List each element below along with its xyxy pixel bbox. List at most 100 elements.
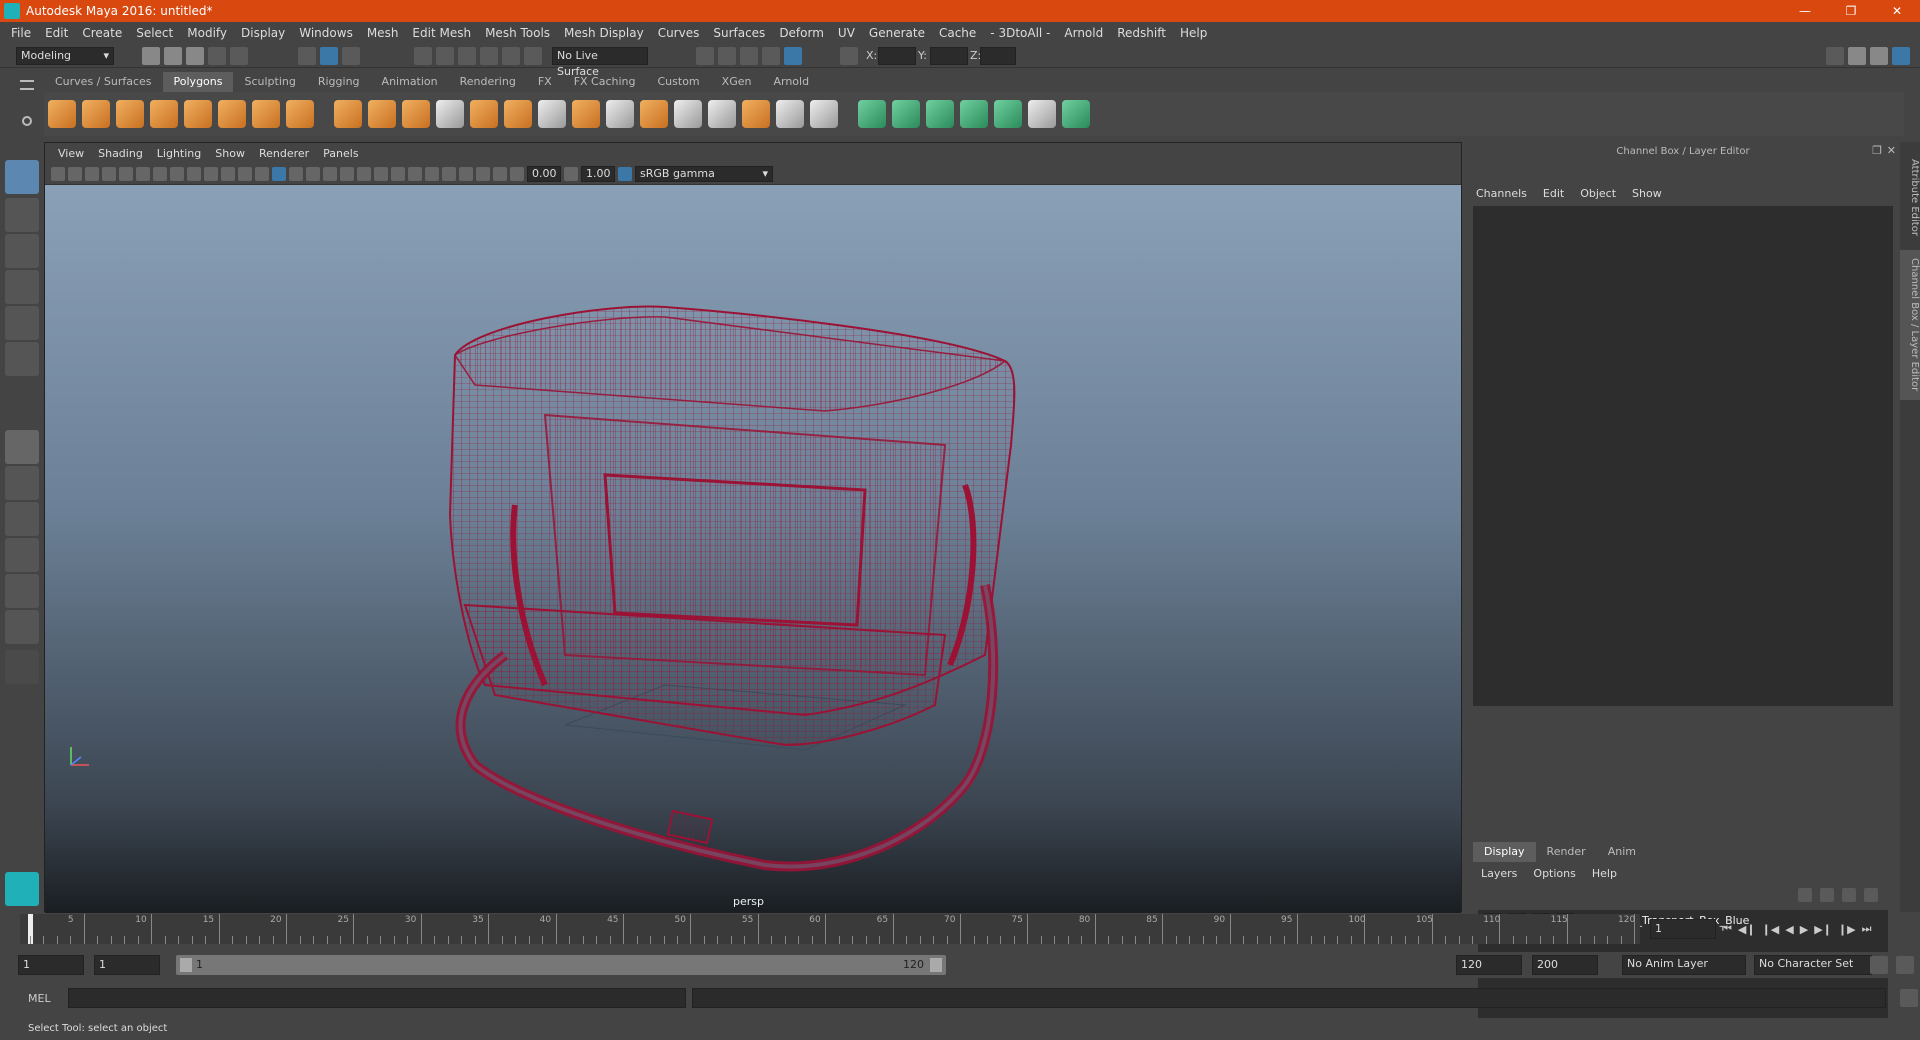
menu-uv[interactable]: UV bbox=[831, 26, 862, 40]
go-to-end-icon[interactable]: ⏭ bbox=[1862, 922, 1872, 936]
render-settings-icon[interactable] bbox=[762, 47, 780, 65]
camera-attributes-icon[interactable] bbox=[68, 166, 82, 181]
target-weld-icon[interactable] bbox=[606, 100, 634, 128]
extrude-icon[interactable] bbox=[572, 100, 600, 128]
command-language-label[interactable]: MEL bbox=[28, 992, 62, 1005]
range-slider[interactable]: 1 120 bbox=[176, 955, 946, 975]
new-layer-selected-icon[interactable] bbox=[1864, 888, 1878, 902]
tab-xgen[interactable]: XGen bbox=[711, 72, 763, 92]
redo-icon[interactable] bbox=[230, 47, 248, 65]
xray-joints-icon[interactable] bbox=[476, 166, 490, 181]
move-layer-up-icon[interactable] bbox=[1798, 888, 1812, 902]
gamma-field[interactable]: 1.00 bbox=[581, 165, 615, 182]
combine-icon[interactable] bbox=[334, 100, 362, 128]
menu-edit[interactable]: Edit bbox=[38, 26, 75, 40]
mirror-icon[interactable] bbox=[402, 100, 430, 128]
2d-pan-icon[interactable] bbox=[119, 166, 133, 181]
snap-view-icon[interactable] bbox=[480, 47, 498, 65]
sew-uv-icon[interactable] bbox=[994, 100, 1022, 128]
paint-select-icon[interactable] bbox=[5, 234, 39, 268]
undo-icon[interactable] bbox=[208, 47, 226, 65]
live-surface-field[interactable]: No Live Surface bbox=[552, 47, 648, 78]
select-hierarchy-icon[interactable] bbox=[298, 47, 316, 65]
menu-display[interactable]: Display bbox=[234, 26, 292, 40]
textured-icon[interactable] bbox=[323, 166, 337, 181]
rotate-tool-icon[interactable] bbox=[5, 306, 39, 340]
isolate-select-icon[interactable] bbox=[442, 166, 456, 181]
close-panel-icon[interactable]: ✕ bbox=[1887, 144, 1896, 157]
character-set-select[interactable]: No Character Set bbox=[1754, 955, 1872, 975]
tab-rendering[interactable]: Rendering bbox=[449, 72, 527, 92]
bevel-icon[interactable] bbox=[470, 100, 498, 128]
select-tool-icon[interactable] bbox=[5, 160, 39, 194]
range-handle-end[interactable] bbox=[930, 958, 942, 972]
tab-sculpting[interactable]: Sculpting bbox=[233, 72, 306, 92]
select-component-icon[interactable] bbox=[342, 47, 360, 65]
vp-menu-view[interactable]: View bbox=[51, 147, 91, 160]
shadows-icon[interactable] bbox=[357, 166, 371, 181]
insert-edge-loop-icon[interactable] bbox=[674, 100, 702, 128]
wireframe-on-shaded-icon[interactable] bbox=[306, 166, 320, 181]
menu-mesh-display[interactable]: Mesh Display bbox=[557, 26, 651, 40]
render-frame-icon[interactable] bbox=[718, 47, 736, 65]
menu-deform[interactable]: Deform bbox=[772, 26, 831, 40]
motion-blur-icon[interactable] bbox=[391, 166, 405, 181]
channel-box-toggle-icon[interactable] bbox=[1892, 47, 1910, 65]
xray-icon[interactable] bbox=[459, 166, 473, 181]
tab-arnold[interactable]: Arnold bbox=[762, 72, 820, 92]
current-frame-field[interactable]: 1 bbox=[1650, 919, 1716, 939]
render-view-icon[interactable] bbox=[696, 47, 714, 65]
unfold-icon[interactable] bbox=[1062, 100, 1090, 128]
smooth-icon[interactable] bbox=[436, 100, 464, 128]
vp-menu-renderer[interactable]: Renderer bbox=[252, 147, 316, 160]
scale-tool-icon[interactable] bbox=[5, 342, 39, 376]
new-scene-icon[interactable] bbox=[142, 47, 160, 65]
cut-uv-icon[interactable] bbox=[960, 100, 988, 128]
cb-menu-show[interactable]: Show bbox=[1624, 184, 1670, 204]
tab-render[interactable]: Render bbox=[1536, 842, 1597, 862]
hypershade-icon[interactable] bbox=[784, 47, 802, 65]
anim-layer-select[interactable]: No Anim Layer bbox=[1622, 955, 1746, 975]
uv-editor-icon[interactable] bbox=[776, 100, 804, 128]
cb-menu-edit[interactable]: Edit bbox=[1535, 184, 1572, 204]
menu-edit-mesh[interactable]: Edit Mesh bbox=[405, 26, 478, 40]
poly-cone-icon[interactable] bbox=[150, 100, 178, 128]
start-frame-field[interactable]: 1 bbox=[18, 955, 84, 975]
depth-of-field-icon[interactable] bbox=[425, 166, 439, 181]
move-layer-down-icon[interactable] bbox=[1820, 888, 1834, 902]
poly-plane-icon[interactable] bbox=[184, 100, 212, 128]
menu-file[interactable]: File bbox=[4, 26, 38, 40]
play-forwards-icon[interactable]: ▶ bbox=[1800, 923, 1808, 936]
planar-mapping-icon[interactable] bbox=[810, 100, 838, 128]
grid-icon[interactable] bbox=[153, 166, 167, 181]
cb-menu-object[interactable]: Object bbox=[1572, 184, 1624, 204]
menu-create[interactable]: Create bbox=[75, 26, 129, 40]
tab-custom[interactable]: Custom bbox=[647, 72, 711, 92]
menu-redshift[interactable]: Redshift bbox=[1110, 26, 1173, 40]
select-object-icon[interactable] bbox=[320, 47, 338, 65]
fill-hole-icon[interactable] bbox=[640, 100, 668, 128]
z-coordinate-field[interactable] bbox=[980, 47, 1016, 65]
film-gate-icon[interactable] bbox=[170, 166, 184, 181]
lasso-tool-icon[interactable] bbox=[5, 198, 39, 232]
offset-edge-loop-icon[interactable] bbox=[708, 100, 736, 128]
attribute-editor-tab[interactable]: Attribute Editor bbox=[1900, 152, 1920, 242]
anim-start-field[interactable]: 1 bbox=[94, 955, 160, 975]
xray-components-icon[interactable] bbox=[493, 166, 507, 181]
four-view-icon[interactable] bbox=[5, 466, 39, 500]
poly-pipe-icon[interactable] bbox=[286, 100, 314, 128]
play-backwards-icon[interactable]: ◀ bbox=[1785, 923, 1793, 936]
poly-torus-icon[interactable] bbox=[218, 100, 246, 128]
menu-windows[interactable]: Windows bbox=[292, 26, 360, 40]
open-scene-icon[interactable] bbox=[164, 47, 182, 65]
use-lights-icon[interactable] bbox=[340, 166, 354, 181]
end-frame-field[interactable]: 120 bbox=[1456, 955, 1522, 975]
x-coordinate-field[interactable] bbox=[878, 47, 916, 65]
outliner-persp-icon[interactable] bbox=[5, 502, 39, 536]
snap-curve-icon[interactable] bbox=[436, 47, 454, 65]
color-management-icon[interactable] bbox=[618, 166, 632, 181]
resolution-gate-icon[interactable] bbox=[187, 166, 201, 181]
shelf-settings-icon[interactable] bbox=[22, 116, 32, 126]
command-input[interactable] bbox=[68, 988, 686, 1008]
camera-icon[interactable] bbox=[51, 166, 65, 181]
